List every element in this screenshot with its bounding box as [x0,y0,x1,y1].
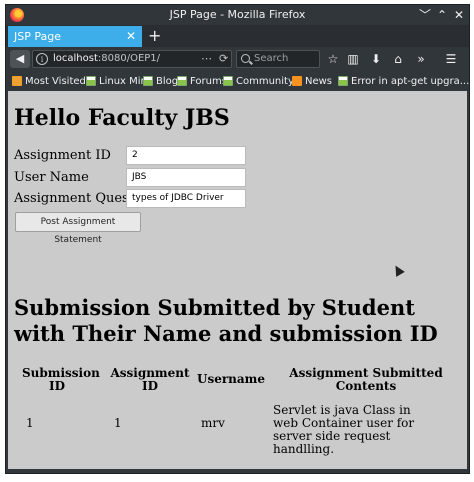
user-name-input[interactable]: JBS [126,168,246,187]
column-header: Submission ID [22,366,100,393]
tab-jsp-page[interactable]: JSP Page ✕ [8,26,142,47]
submitted-contents-cell: Servlet is java Class in web Container u… [273,403,415,456]
user-name-row: User Name JBS [14,168,274,188]
bookmarks-toolbar: Most Visited Linux Mint Blog Forums Comm… [6,71,469,91]
star-icon[interactable]: ☆ [325,51,341,67]
info-icon[interactable]: i [36,53,48,65]
column-header: Assignment Submitted Contents [289,366,443,393]
column-header: Assignment ID [110,366,190,393]
overflow-icon[interactable]: » [413,51,429,67]
bookmark-apt-get-error[interactable]: Error in apt-get upgra... [338,74,469,88]
bookmark-blog[interactable]: Blog [143,74,178,88]
page-icon [86,76,96,86]
title-bar: JSP Page - Mozilla Firefox ﹀ ⌃ ✕ [6,5,469,25]
rss-icon [292,76,302,86]
page-icon [338,76,348,86]
bookmark-forums[interactable]: Forums [177,74,227,88]
submission-id-cell: 1 [26,416,34,430]
post-assignment-button[interactable]: Post Assignment Statement [15,212,141,245]
bookmark-news[interactable]: News [292,74,332,88]
page-icon [223,76,233,86]
assignment-id-input[interactable]: 2 [126,146,246,165]
bookmark-most-visited[interactable]: Most Visited [12,74,86,88]
url-text: localhost:8080/OEP1/ [53,53,161,64]
page-actions-icon[interactable]: ⋯ [201,52,212,65]
browser-window: JSP Page - Mozilla Firefox ﹀ ⌃ ✕ JSP Pag… [5,4,470,474]
assignment-id-cell: 1 [114,416,122,430]
library-icon[interactable]: ▥ [345,51,361,67]
download-icon[interactable]: ⬇ [368,51,384,67]
page-heading: Hello Faculty JBS [14,105,230,131]
assignment-id-row: Assignment ID 2 [14,146,274,166]
window-title: JSP Page - Mozilla Firefox [169,8,306,21]
folder-icon [12,76,22,86]
search-placeholder: Search [254,53,289,64]
tab-title: JSP Page [14,30,61,43]
page-icon [177,76,187,86]
assignment-question-row: Assignment Question types of JDBC Driver [14,189,274,209]
navigation-bar: ◀ i localhost:8080/OEP1/ ⋯ ⟳ Search ☆ ▥ … [6,47,469,71]
menu-icon[interactable]: ☰ [443,51,459,67]
column-header: Username [196,372,265,386]
url-bar[interactable]: i localhost:8080/OEP1/ ⋯ ⟳ [32,50,232,68]
tab-close-icon[interactable]: ✕ [126,29,136,43]
mouse-cursor-icon [391,263,405,277]
assignment-question-input[interactable]: types of JDBC Driver [126,189,246,208]
new-tab-icon[interactable]: + [148,26,161,46]
assignment-id-label: Assignment ID [14,148,111,163]
bookmark-community[interactable]: Community [223,74,294,88]
close-window-icon[interactable]: ✕ [452,7,466,23]
back-button[interactable]: ◀ [10,50,30,68]
page-icon [143,76,153,86]
search-icon [241,54,250,63]
page-content: Hello Faculty JBS Assignment ID 2 User N… [8,91,467,469]
search-bar[interactable]: Search [236,50,320,68]
maximize-icon[interactable]: ⌃ [435,7,449,23]
submissions-heading: Submission Submitted by Student with The… [14,295,438,346]
user-name-label: User Name [14,170,89,185]
reload-icon[interactable]: ⟳ [219,52,228,65]
username-cell: mrv [201,416,225,430]
minimize-icon[interactable]: ﹀ [418,7,432,23]
bookmark-linux-mint[interactable]: Linux Mint [86,74,151,88]
home-icon[interactable]: ⌂ [390,51,406,67]
back-arrow-icon: ◀ [15,52,25,65]
tab-strip: JSP Page ✕ + [6,25,469,47]
